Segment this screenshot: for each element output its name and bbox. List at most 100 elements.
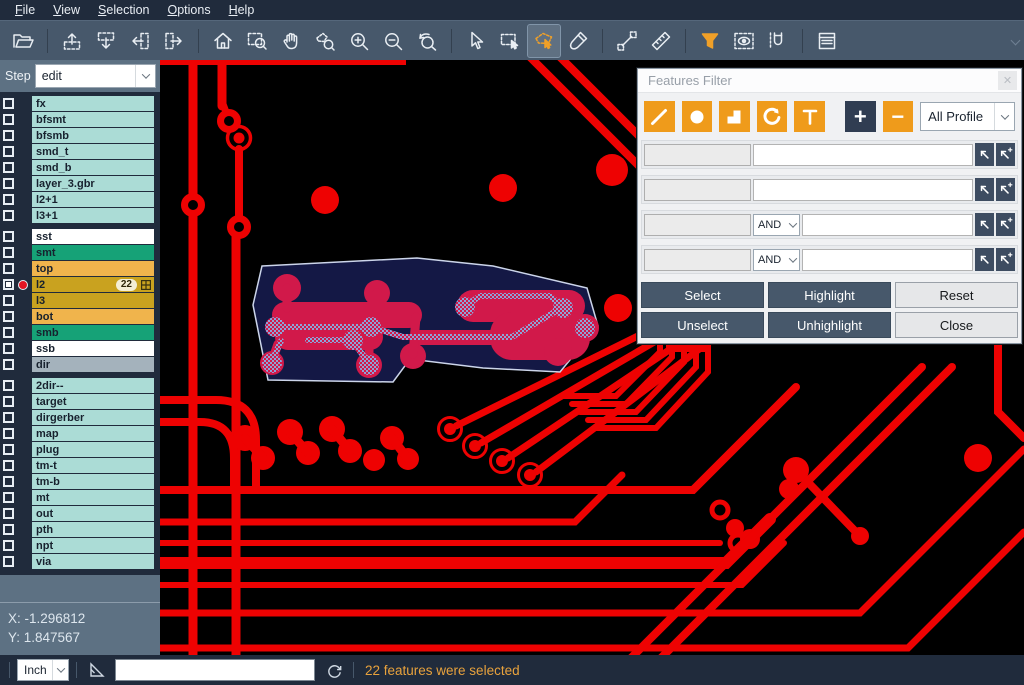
menu-view[interactable]: View <box>44 1 89 19</box>
layer-bfsmt[interactable]: bfsmt <box>32 112 154 127</box>
layer-row-l3+1[interactable]: l3+1 <box>0 208 160 223</box>
layer-row-dirgerber[interactable]: dirgerber <box>0 410 160 425</box>
reset-button[interactable]: Reset <box>895 282 1018 308</box>
filter-arc-button[interactable] <box>757 101 788 132</box>
layer-checkbox[interactable] <box>3 380 14 391</box>
close-icon[interactable]: ✕ <box>998 71 1017 90</box>
layer-row-fx[interactable]: fx <box>0 96 160 111</box>
layer-row-2dir--[interactable]: 2dir-- <box>0 378 160 393</box>
layer-l3[interactable]: l3 <box>32 293 154 308</box>
layer-row-out[interactable]: out <box>0 506 160 521</box>
snap-mode-button[interactable] <box>762 25 794 57</box>
unselect-button[interactable]: Unselect <box>641 312 764 338</box>
layer-dir[interactable]: dir <box>32 357 154 372</box>
layer-smt[interactable]: smt <box>32 245 154 260</box>
layer-smd_t[interactable]: smd_t <box>32 144 154 159</box>
filter-add-button[interactable]: + <box>845 101 876 132</box>
menu-options[interactable]: Options <box>158 1 219 19</box>
pan-up-button[interactable] <box>56 25 88 57</box>
toolbar-overflow-chevron-icon[interactable] <box>1011 36 1021 46</box>
dialog-titlebar[interactable]: Features Filter ✕ <box>638 69 1021 93</box>
layer-row-smd_b[interactable]: smd_b <box>0 160 160 175</box>
include-symbols-pick-arrow-add-button[interactable] <box>996 143 1015 166</box>
layer-row-via[interactable]: via <box>0 554 160 569</box>
layer-row-smb[interactable]: smb <box>0 325 160 340</box>
layer-checkbox[interactable] <box>3 210 14 221</box>
exclude-symbols-pick-arrow-button[interactable] <box>975 178 994 201</box>
layer-pth[interactable]: pth <box>32 522 154 537</box>
select-pointer-button[interactable] <box>460 25 492 57</box>
layer-row-tm-t[interactable]: tm-t <box>0 458 160 473</box>
layer-checkbox[interactable] <box>3 508 14 519</box>
unhighlight-button[interactable]: Unhighlight <box>768 312 891 338</box>
layer-row-pth[interactable]: pth <box>0 522 160 537</box>
layer-map[interactable]: map <box>32 426 154 441</box>
layer-row-ssb[interactable]: ssb <box>0 341 160 356</box>
exclude-attributes-pick-arrow-button[interactable] <box>975 248 994 271</box>
filter-surface-button[interactable] <box>719 101 750 132</box>
layer-dirgerber[interactable]: dirgerber <box>32 410 154 425</box>
layer-row-layer_3.gbr[interactable]: layer_3.gbr <box>0 176 160 191</box>
filter-line-button[interactable] <box>644 101 675 132</box>
layer-tm-b[interactable]: tm-b <box>32 474 154 489</box>
filter-pad-button[interactable] <box>682 101 713 132</box>
features-filter-button[interactable] <box>694 25 726 57</box>
layer-checkbox[interactable] <box>3 247 14 258</box>
layer-top[interactable]: top <box>32 261 154 276</box>
menu-file[interactable]: File <box>6 1 44 19</box>
select-button[interactable]: Select <box>641 282 764 308</box>
exclude-symbols-button[interactable] <box>644 179 751 201</box>
layer-l2+1[interactable]: l2+1 <box>32 192 154 207</box>
layer-row-smt[interactable]: smt <box>0 245 160 260</box>
layer-checkbox[interactable] <box>3 146 14 157</box>
layer-checkbox[interactable] <box>3 327 14 338</box>
layer-row-map[interactable]: map <box>0 426 160 441</box>
layer-bfsmb[interactable]: bfsmb <box>32 128 154 143</box>
zoom-window-button[interactable] <box>241 25 273 57</box>
layer-fx[interactable]: fx <box>32 96 154 111</box>
exclude-symbols-pick-arrow-add-button[interactable] <box>996 178 1015 201</box>
include-symbols-input[interactable] <box>753 144 973 166</box>
layer-row-dir[interactable]: dir <box>0 357 160 372</box>
layer-checkbox[interactable] <box>3 396 14 407</box>
layer-checkbox[interactable] <box>3 114 14 125</box>
close-button[interactable]: Close <box>895 312 1018 338</box>
layer-row-bfsmb[interactable]: bfsmb <box>0 128 160 143</box>
layer-checkbox[interactable] <box>3 279 14 290</box>
layer-checkbox[interactable] <box>3 412 14 423</box>
layer-checkbox[interactable] <box>3 444 14 455</box>
layer-checkbox[interactable] <box>3 295 14 306</box>
exclude-attributes-button[interactable] <box>644 249 751 271</box>
layer-row-npt[interactable]: npt <box>0 538 160 553</box>
layer-row-bot[interactable]: bot <box>0 309 160 324</box>
layer-l2[interactable]: l222 <box>32 277 154 292</box>
layer-checkbox[interactable] <box>3 476 14 487</box>
layer-bot[interactable]: bot <box>32 309 154 324</box>
measure-ruler-button[interactable] <box>645 25 677 57</box>
layer-row-sst[interactable]: sst <box>0 229 160 244</box>
open-file-button[interactable] <box>7 25 39 57</box>
layer-npt[interactable]: npt <box>32 538 154 553</box>
layer-layer_3.gbr[interactable]: layer_3.gbr <box>32 176 154 191</box>
step-select[interactable]: edit <box>35 64 156 88</box>
layer-checkbox[interactable] <box>3 311 14 322</box>
pan-down-button[interactable] <box>90 25 122 57</box>
exclude-attributes-operator-select[interactable]: AND <box>753 249 800 271</box>
layer-row-l3[interactable]: l3 <box>0 293 160 308</box>
zoom-home-button[interactable] <box>207 25 239 57</box>
show-hide-button[interactable] <box>728 25 760 57</box>
pan-hand-button[interactable] <box>275 25 307 57</box>
layer-checkbox[interactable] <box>3 178 14 189</box>
layer-checkbox[interactable] <box>3 162 14 173</box>
layer-2dir--[interactable]: 2dir-- <box>32 378 154 393</box>
layer-row-bfsmt[interactable]: bfsmt <box>0 112 160 127</box>
zoom-previous-button[interactable] <box>411 25 443 57</box>
include-attributes-input[interactable] <box>802 214 973 236</box>
sync-icon[interactable] <box>322 658 346 682</box>
exclude-attributes-pick-arrow-add-button[interactable] <box>996 248 1015 271</box>
layer-checkbox[interactable] <box>3 460 14 471</box>
include-symbols-pick-arrow-button[interactable] <box>975 143 994 166</box>
pan-right-button[interactable] <box>158 25 190 57</box>
filter-text-button[interactable] <box>794 101 825 132</box>
profile-select[interactable]: All Profile <box>920 102 1015 131</box>
